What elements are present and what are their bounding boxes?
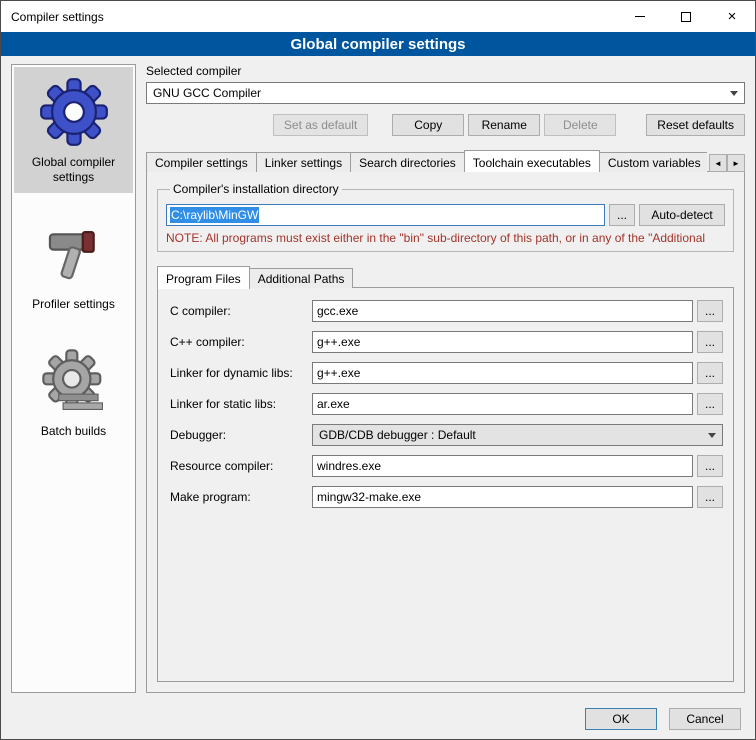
delete-button[interactable]: Delete (544, 114, 616, 136)
window-title: Compiler settings (1, 10, 104, 24)
program-tabstrip: Program Files Additional Paths (157, 266, 734, 288)
sidebar: Global compiler settings Profiler settin… (11, 64, 136, 693)
maximize-icon (681, 12, 691, 22)
dialog-body: Global compiler settings Profiler settin… (1, 56, 755, 699)
program-files-panel: C compiler: ... C++ compiler: ... Linker… (157, 287, 734, 682)
gray-gear-icon (39, 346, 109, 416)
reset-defaults-button[interactable]: Reset defaults (646, 114, 745, 136)
ok-button[interactable]: OK (585, 708, 657, 730)
field-row-debugger: Debugger: GDB/CDB debugger : Default (170, 424, 723, 446)
chevron-down-icon (730, 91, 738, 96)
arrow-left-icon: ◄ (714, 159, 722, 168)
sidebar-item-label: Profiler settings (32, 297, 115, 312)
static-linker-label: Linker for static libs: (170, 397, 308, 411)
settings-tabstrip: Compiler settings Linker settings Search… (146, 150, 745, 172)
cpp-compiler-input[interactable] (312, 331, 693, 353)
copy-button[interactable]: Copy (392, 114, 464, 136)
installation-directory-input[interactable]: C:\raylib\MinGW (166, 204, 605, 226)
field-row-static-linker: Linker for static libs: ... (170, 393, 723, 415)
blue-gear-icon (39, 77, 109, 147)
field-row-make-program: Make program: ... (170, 486, 723, 508)
static-linker-browse-button[interactable]: ... (697, 393, 723, 415)
sidebar-item-profiler-settings[interactable]: Profiler settings (14, 209, 133, 320)
tab-search-directories[interactable]: Search directories (350, 152, 465, 172)
debugger-value: GDB/CDB debugger : Default (319, 428, 702, 442)
set-as-default-button[interactable]: Set as default (273, 114, 368, 136)
installation-directory-group: Compiler's installation directory C:\ray… (157, 182, 734, 252)
tab-scroll-arrows: ◄ ► (709, 154, 745, 172)
maximize-button[interactable] (663, 1, 709, 32)
cancel-button[interactable]: Cancel (669, 708, 741, 730)
debugger-label: Debugger: (170, 428, 308, 442)
profiler-tool-icon (39, 219, 109, 289)
compiler-settings-window: Compiler settings × Global compiler sett… (0, 0, 756, 740)
auto-detect-button[interactable]: Auto-detect (639, 204, 725, 226)
toolchain-executables-panel: Compiler's installation directory C:\ray… (146, 171, 745, 693)
field-row-dynamic-linker: Linker for dynamic libs: ... (170, 362, 723, 384)
sidebar-item-label: Global compiler settings (18, 155, 129, 185)
tab-toolchain-executables[interactable]: Toolchain executables (464, 150, 600, 172)
close-icon: × (728, 9, 737, 24)
page-title: Global compiler settings (1, 32, 755, 56)
minimize-button[interactable] (617, 1, 663, 32)
make-program-input[interactable] (312, 486, 693, 508)
dynamic-linker-browse-button[interactable]: ... (697, 362, 723, 384)
static-linker-input[interactable] (312, 393, 693, 415)
titlebar: Compiler settings × (1, 1, 755, 32)
field-row-cpp-compiler: C++ compiler: ... (170, 331, 723, 353)
cpp-compiler-label: C++ compiler: (170, 335, 308, 349)
close-button[interactable]: × (709, 1, 755, 32)
rename-button[interactable]: Rename (468, 114, 540, 136)
c-compiler-browse-button[interactable]: ... (697, 300, 723, 322)
installation-directory-row: C:\raylib\MinGW ... Auto-detect (166, 204, 725, 226)
cpp-compiler-browse-button[interactable]: ... (697, 331, 723, 353)
selected-compiler-value: GNU GCC Compiler (153, 86, 724, 100)
tab-scroll-right-button[interactable]: ► (727, 154, 745, 172)
field-row-c-compiler: C compiler: ... (170, 300, 723, 322)
tab-compiler-settings[interactable]: Compiler settings (146, 152, 257, 172)
tab-scroll-left-button[interactable]: ◄ (709, 154, 727, 172)
tabs-scroll-area: Compiler settings Linker settings Search… (146, 150, 707, 172)
sidebar-item-global-compiler-settings[interactable]: Global compiler settings (14, 67, 133, 193)
installation-directory-browse-button[interactable]: ... (609, 204, 635, 226)
tab-custom-variables[interactable]: Custom variables (599, 152, 707, 172)
installation-directory-label: Compiler's installation directory (170, 182, 342, 196)
installation-directory-value: C:\raylib\MinGW (170, 207, 259, 223)
c-compiler-label: C compiler: (170, 304, 308, 318)
dynamic-linker-label: Linker for dynamic libs: (170, 366, 308, 380)
sidebar-item-batch-builds[interactable]: Batch builds (14, 336, 133, 447)
resource-compiler-input[interactable] (312, 455, 693, 477)
minimize-icon (635, 16, 645, 17)
tab-program-files[interactable]: Program Files (157, 266, 250, 289)
main-panel: Selected compiler GNU GCC Compiler Set a… (146, 64, 745, 693)
installation-directory-note: NOTE: All programs must exist either in … (166, 231, 725, 245)
make-program-browse-button[interactable]: ... (697, 486, 723, 508)
tab-additional-paths[interactable]: Additional Paths (249, 268, 354, 288)
field-row-resource-compiler: Resource compiler: ... (170, 455, 723, 477)
compiler-actions: Set as default Copy Rename Delete Reset … (146, 114, 745, 136)
dynamic-linker-input[interactable] (312, 362, 693, 384)
resource-compiler-browse-button[interactable]: ... (697, 455, 723, 477)
selected-compiler-label: Selected compiler (146, 64, 745, 78)
dialog-footer: OK Cancel (1, 699, 755, 739)
titlebar-buttons: × (617, 1, 755, 32)
resource-compiler-label: Resource compiler: (170, 459, 308, 473)
selected-compiler-select[interactable]: GNU GCC Compiler (146, 82, 745, 104)
chevron-down-icon (708, 433, 716, 438)
tab-linker-settings[interactable]: Linker settings (256, 152, 351, 172)
make-program-label: Make program: (170, 490, 308, 504)
debugger-select[interactable]: GDB/CDB debugger : Default (312, 424, 723, 446)
sidebar-item-label: Batch builds (41, 424, 106, 439)
c-compiler-input[interactable] (312, 300, 693, 322)
arrow-right-icon: ► (732, 159, 740, 168)
